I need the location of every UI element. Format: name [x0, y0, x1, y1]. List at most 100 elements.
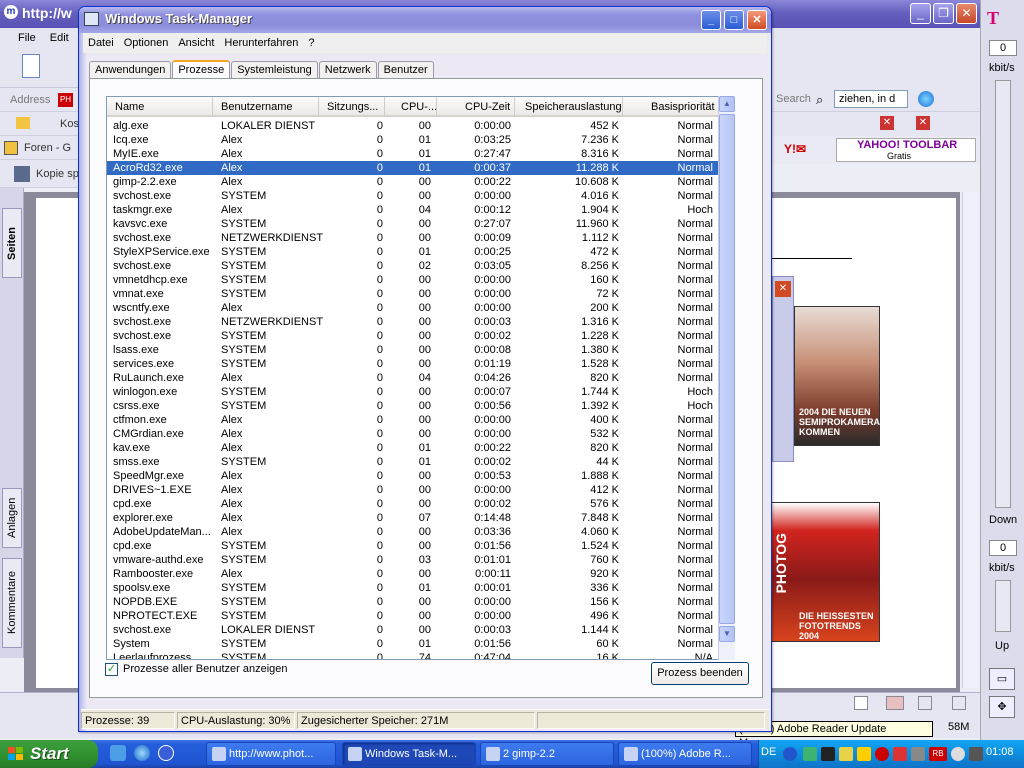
tab-label[interactable]: Foren - G: [24, 136, 71, 160]
column-memory[interactable]: Speicherauslastung: [515, 97, 623, 117]
language-indicator[interactable]: DE: [761, 746, 776, 758]
search-icon[interactable]: ⌕: [816, 92, 823, 108]
process-row[interactable]: RuLaunch.exe Alex 0 04 0:04:26 820 K Normal: [107, 371, 719, 385]
process-list[interactable]: Name Benutzername Sitzungs... CPU-... CP…: [106, 96, 734, 660]
process-row[interactable]: Rambooster.exe Alex 0 00 0:00:11 920 K Normal: [107, 567, 719, 581]
tray-rb-icon[interactable]: RB: [929, 747, 947, 761]
process-row[interactable]: cpd.exe Alex 0 00 0:00:02 576 K Normal: [107, 497, 719, 511]
process-row[interactable]: spoolsv.exe SYSTEM 0 01 0:00:01 336 K Normal: [107, 581, 719, 595]
process-row[interactable]: services.exe SYSTEM 0 00 0:01:19 1.528 K Norma…: [107, 357, 719, 371]
end-process-button[interactable]: Prozess beenden: [651, 662, 749, 685]
process-row[interactable]: cpd.exe SYSTEM 0 00 0:01:56 1.524 K Normal: [107, 539, 719, 553]
tab-systemleistung[interactable]: Systemleistung: [231, 61, 318, 79]
single-page-icon[interactable]: [854, 696, 868, 710]
taskbar-item-browser[interactable]: http://www.phot...: [206, 742, 336, 766]
menu-help[interactable]: ?: [303, 33, 319, 53]
process-row[interactable]: NPROTECT.EXE SYSTEM 0 00 0:00:00 496 K Normal: [107, 609, 719, 623]
warning-icon[interactable]: [857, 747, 871, 761]
process-row[interactable]: Icq.exe Alex 0 01 0:03:25 7.236 K Normal: [107, 133, 719, 147]
process-row[interactable]: lsass.exe SYSTEM 0 00 0:00:08 1.380 K Normal: [107, 343, 719, 357]
process-list-scrollbar[interactable]: ▲ ▼: [718, 96, 735, 660]
column-priority[interactable]: Basispriorität: [623, 97, 719, 117]
yahoo-toolbar-banner[interactable]: YAHOO! TOOLBAR Gratis: [836, 138, 976, 162]
column-username[interactable]: Benutzername: [213, 97, 319, 117]
maximize-button[interactable]: □: [724, 10, 744, 30]
process-row[interactable]: AdobeUpdateMan... Alex 0 00 0:03:36 4.060 K No…: [107, 525, 719, 539]
tray-app-icon[interactable]: [951, 747, 965, 761]
background-minimize-button[interactable]: _: [910, 3, 931, 24]
process-row[interactable]: gimp-2.2.exe Alex 0 00 0:00:22 10.608 K Normal: [107, 175, 719, 189]
background-close-button[interactable]: ✕: [956, 3, 977, 24]
close-icon[interactable]: ✕: [880, 116, 894, 130]
yahoo-mail-icon[interactable]: Y!✉: [784, 142, 806, 156]
show-all-processes-checkbox[interactable]: ✓: [105, 663, 118, 676]
facing-page-icon[interactable]: [918, 696, 932, 710]
process-row[interactable]: svchost.exe SYSTEM 0 00 0:00:02 1.228 K Normal: [107, 329, 719, 343]
process-row[interactable]: DRIVES~1.EXE Alex 0 00 0:00:00 412 K Normal: [107, 483, 719, 497]
process-row[interactable]: ctfmon.exe Alex 0 00 0:00:00 400 K Normal: [107, 413, 719, 427]
close-button[interactable]: ✕: [747, 10, 767, 30]
process-row[interactable]: alg.exe LOKALER DIENST 0 00 0:00:00 452 K Norm…: [107, 119, 719, 133]
tray-app-icon[interactable]: [821, 747, 835, 761]
tab-prozesse[interactable]: Prozesse: [172, 60, 231, 80]
save-copy-icon[interactable]: [14, 166, 30, 182]
move-icon[interactable]: ✥: [989, 696, 1015, 718]
process-row[interactable]: NOPDB.EXE SYSTEM 0 00 0:00:00 156 K Normal: [107, 595, 719, 609]
close-icon[interactable]: ✕: [916, 116, 930, 130]
column-cpu-time[interactable]: CPU-Zeit: [437, 97, 515, 117]
process-row[interactable]: svchost.exe NETZWERKDIENST 0 00 0:00:09 1.112…: [107, 231, 719, 245]
scroll-down-button[interactable]: ▼: [719, 626, 735, 642]
process-row[interactable]: svchost.exe SYSTEM 0 02 0:03:05 8.256 K Normal: [107, 259, 719, 273]
process-row[interactable]: svchost.exe LOKALER DIENST 0 00 0:00:03 1.144…: [107, 623, 719, 637]
start-button[interactable]: Start: [0, 740, 98, 768]
process-row[interactable]: AcroRd32.exe Alex 0 01 0:00:37 11.288 K Normal: [107, 161, 719, 175]
tray-app-icon[interactable]: [911, 747, 925, 761]
shield-icon[interactable]: [875, 747, 889, 761]
tab-anwendungen[interactable]: Anwendungen: [89, 61, 172, 79]
links-bar-item[interactable]: Kos: [60, 112, 79, 136]
minimize-button[interactable]: _: [701, 10, 721, 30]
quicklaunch-icon[interactable]: [110, 745, 126, 761]
process-row[interactable]: Leerlaufprozess SYSTEM 0 74 0:47:04 16 K N/A: [107, 651, 719, 659]
continuous-facing-icon[interactable]: [952, 696, 966, 710]
process-row[interactable]: vmnetdhcp.exe SYSTEM 0 00 0:00:00 160 K Normal: [107, 273, 719, 287]
scroll-up-button[interactable]: ▲: [719, 96, 735, 112]
document-scrollbar[interactable]: [962, 192, 978, 688]
menu-file[interactable]: File: [18, 32, 36, 44]
tray-arrow-icon[interactable]: [783, 747, 797, 761]
tab-kommentare[interactable]: Kommentare: [2, 558, 22, 648]
tab-benutzer[interactable]: Benutzer: [377, 61, 434, 79]
ie-icon[interactable]: [134, 745, 150, 761]
process-row[interactable]: taskmgr.exe Alex 0 04 0:00:12 1.904 K Hoch: [107, 203, 719, 217]
save-copy-label[interactable]: Kopie sp: [36, 160, 79, 188]
search-input[interactable]: ziehen, in d: [834, 90, 908, 108]
tray-app-icon[interactable]: [893, 747, 907, 761]
process-row[interactable]: vmware-authd.exe SYSTEM 0 03 0:01:01 760 K Nor…: [107, 553, 719, 567]
window-icon[interactable]: ▭: [989, 668, 1015, 690]
speaker-icon[interactable]: [969, 747, 983, 761]
column-cpu[interactable]: CPU-...: [385, 97, 437, 117]
process-row[interactable]: winlogon.exe SYSTEM 0 00 0:00:07 1.744 K Hoch: [107, 385, 719, 399]
process-row[interactable]: kavsvc.exe SYSTEM 0 00 0:27:07 11.960 K Normal: [107, 217, 719, 231]
tray-app-icon[interactable]: [803, 747, 817, 761]
go-icon[interactable]: [918, 91, 934, 107]
process-row[interactable]: SpeedMgr.exe Alex 0 00 0:00:53 1.888 K Normal: [107, 469, 719, 483]
menu-ansicht[interactable]: Ansicht: [173, 33, 219, 53]
taskbar-item-adobe[interactable]: (100%) Adobe R...: [618, 742, 752, 766]
show-all-processes-label[interactable]: Prozesse aller Benutzer anzeigen: [123, 663, 287, 675]
background-maximize-button[interactable]: ❐: [933, 3, 954, 24]
menu-edit[interactable]: Edit: [50, 32, 69, 44]
tab-netzwerk[interactable]: Netzwerk: [318, 61, 377, 79]
browser-launch-icon[interactable]: [158, 745, 174, 761]
taskbar-item-task-manager[interactable]: Windows Task-M...: [342, 742, 476, 766]
process-row[interactable]: wscntfy.exe Alex 0 00 0:00:00 200 K Normal: [107, 301, 719, 315]
scroll-thumb[interactable]: [719, 114, 735, 624]
menu-datei[interactable]: Datei: [83, 33, 119, 53]
new-document-icon[interactable]: [22, 54, 40, 78]
menu-optionen[interactable]: Optionen: [119, 33, 174, 53]
dialog-close-icon[interactable]: ✕: [775, 281, 791, 297]
tray-app-icon[interactable]: [839, 747, 853, 761]
process-row[interactable]: CMGrdian.exe Alex 0 00 0:00:00 532 K Normal: [107, 427, 719, 441]
process-row[interactable]: explorer.exe Alex 0 07 0:14:48 7.848 K Normal: [107, 511, 719, 525]
tab-seiten[interactable]: Seiten: [2, 208, 22, 278]
